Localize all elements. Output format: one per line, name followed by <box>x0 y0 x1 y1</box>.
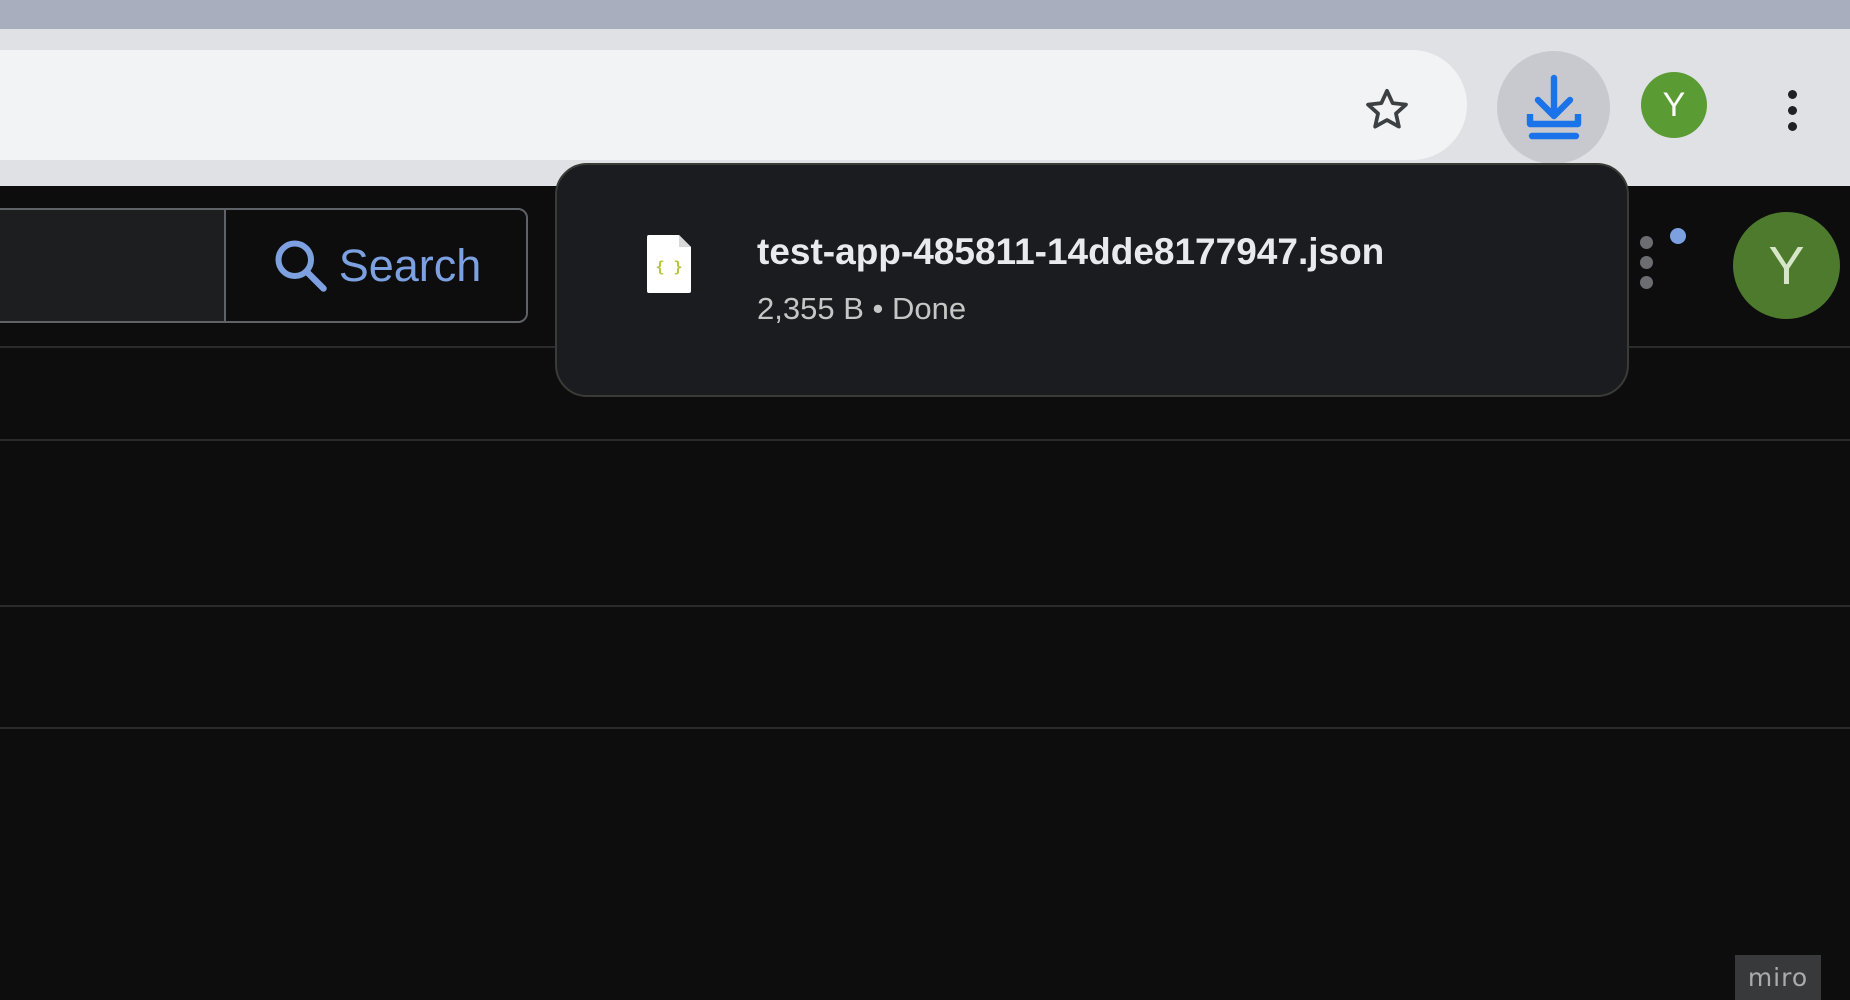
downloads-button[interactable] <box>1497 51 1610 164</box>
star-icon <box>1366 88 1408 129</box>
search-icon <box>275 240 327 292</box>
miro-watermark: miro <box>1735 955 1821 1000</box>
browser-tab-strip <box>0 0 1850 29</box>
download-icon <box>1526 74 1581 139</box>
profile-avatar-button[interactable]: Y <box>1641 72 1707 138</box>
svg-text:{ }: { } <box>655 258 682 276</box>
search-button[interactable]: Search <box>224 210 526 321</box>
json-file-icon[interactable]: { } <box>647 235 691 293</box>
search-bar[interactable]: Search <box>0 208 528 323</box>
download-file-name[interactable]: test-app-485811-14dde8177947.json <box>757 231 1384 273</box>
profile-initial: Y <box>1768 235 1805 296</box>
search-button-label: Search <box>338 239 482 291</box>
divider <box>0 727 1850 729</box>
browser-menu-button[interactable] <box>1772 77 1812 143</box>
download-status: 2,355 B • Done <box>757 291 967 326</box>
page-profile-avatar[interactable]: Y <box>1733 212 1840 319</box>
profile-initial: Y <box>1662 85 1686 124</box>
menu-dots-icon <box>1787 89 1797 99</box>
notification-dot <box>1670 228 1686 244</box>
address-bar[interactable] <box>0 50 1467 160</box>
bookmark-star-button[interactable] <box>1355 78 1419 142</box>
apps-menu-icon[interactable] <box>1640 228 1690 306</box>
divider <box>0 605 1850 607</box>
downloads-bubble: { } test-app-485811-14dde8177947.json 2,… <box>555 163 1629 397</box>
divider <box>0 439 1850 441</box>
